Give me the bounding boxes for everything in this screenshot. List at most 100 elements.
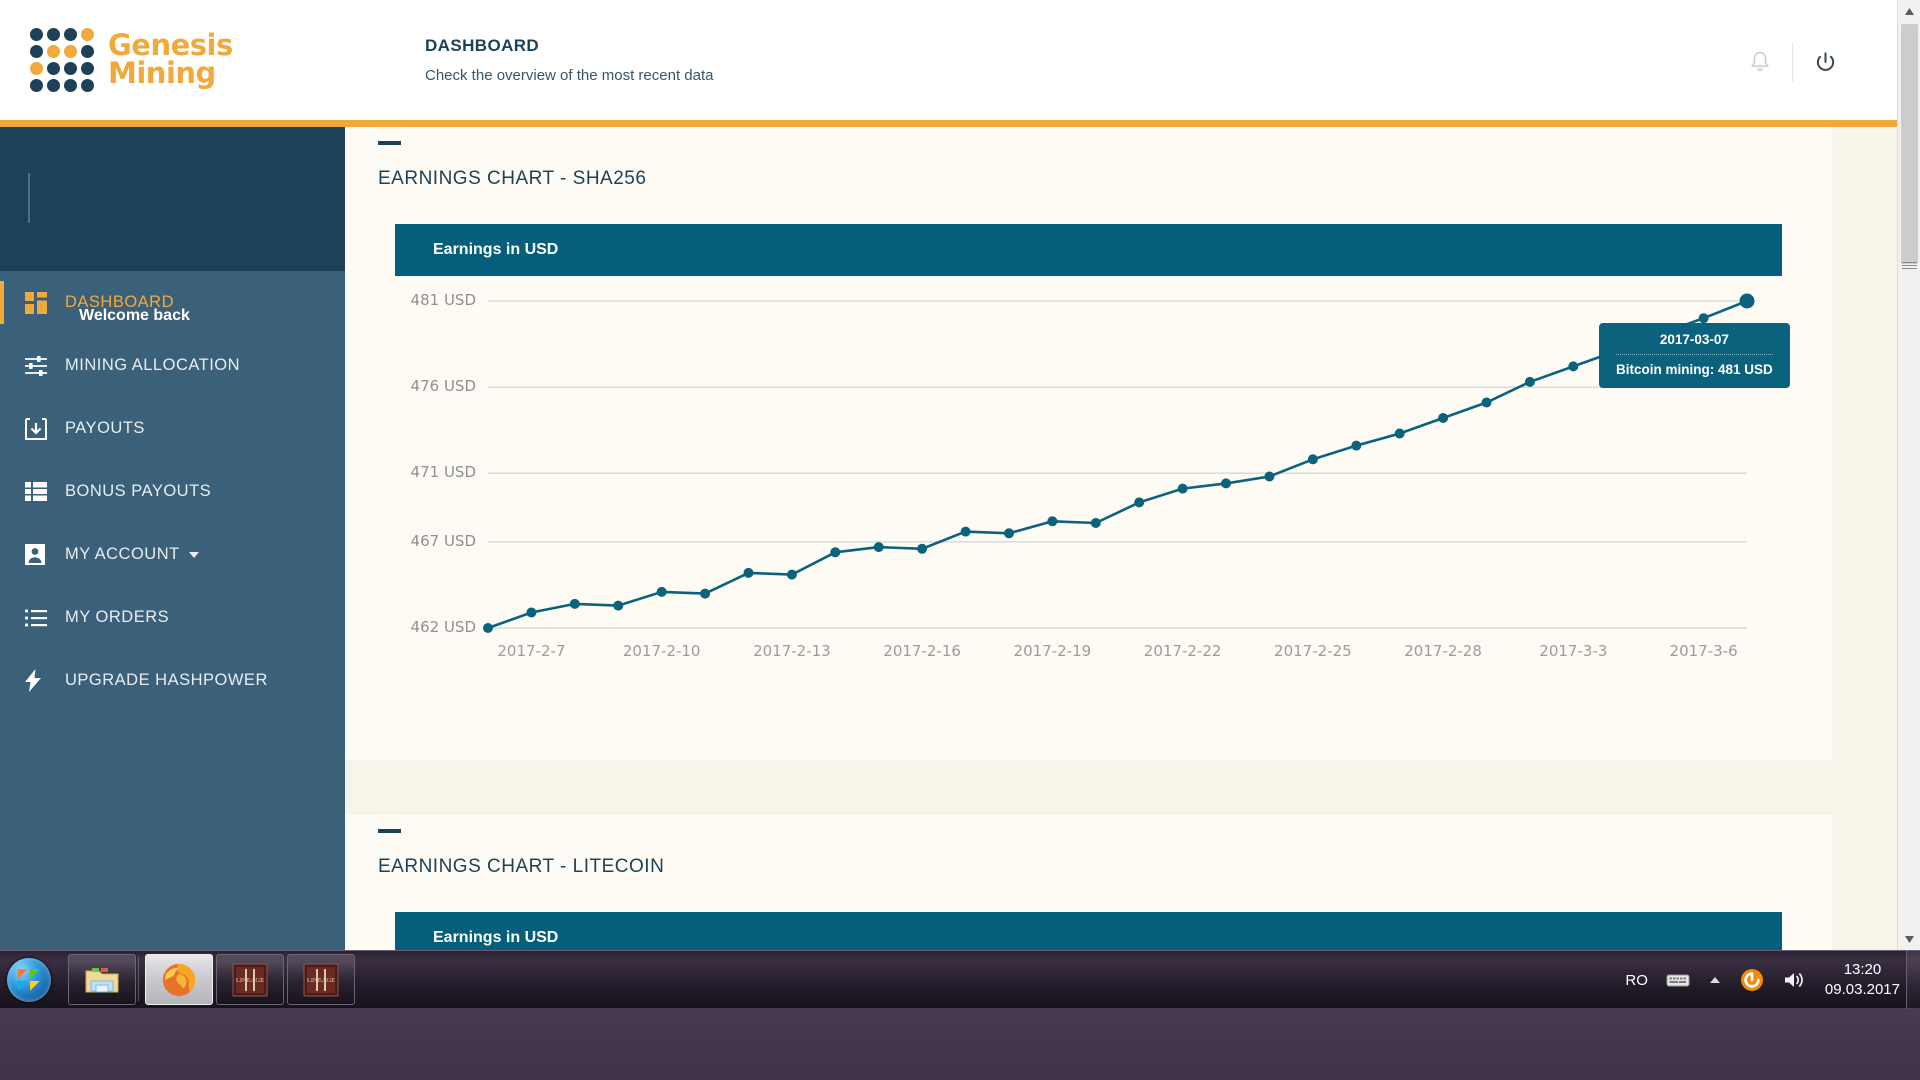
x-axis-tick-label: 2017-2-19 [1013,642,1092,660]
sidebar-item-label: DASHBOARD [65,293,175,311]
sidebar-item-my-orders[interactable]: MY ORDERS [0,586,345,649]
logo-dot [64,79,77,92]
sidebar-item-label: PAYOUTS [65,419,145,437]
lineage2-icon: LINEAGE [232,963,268,996]
logo-dot [47,79,60,92]
start-button[interactable] [3,952,55,1007]
lightning-bolt-icon [25,669,65,692]
sidebar-menu: DASHBOARD MINING ALLOCATION PAYOUTS BONUS P… [0,271,345,712]
sidebar-item-label: MY ORDERS [65,608,170,626]
scrollbar-grip [1902,260,1917,269]
clock-date: 09.03.2017 [1824,981,1900,998]
page-subtitle: Check the overview of the most recent da… [425,67,714,84]
chevron-down-icon[interactable] [188,551,199,558]
taskbar-separator [138,957,139,1001]
lineage2-icon: LINEAGE [303,963,339,996]
brand-name: Genesis Mining [108,31,233,90]
sidebar-item-label: MINING ALLOCATION [65,356,241,374]
sliders-icon [25,355,65,377]
svg-text:LINEAGE: LINEAGE [307,977,335,984]
y-axis-tick-label: 471 USD [410,463,476,482]
logo-dot [30,28,43,41]
taskbar-button-firefox[interactable] [145,954,213,1005]
keyboard-icon[interactable] [1657,972,1699,988]
sidebar-item-upgrade-hashpower[interactable]: UPGRADE HASHPOWER [0,649,345,712]
screen: Genesis Mining DASHBOARD Check the overv… [0,0,1920,1080]
clock-time: 13:20 [1843,960,1882,978]
chart-header-litecoin: Earnings in USD [395,912,1782,950]
x-axis-tick-label: 2017-2-28 [1404,642,1482,660]
chart-plot-sha256[interactable]: 481 USD 476 USD 471 USD 467 USD 462 USD 2017… [395,276,1790,676]
card-dash-decoration-2 [378,829,401,833]
x-axis-tick-label: 2017-2-25 [1274,642,1352,660]
folder-icon [85,967,119,992]
sidebar-item-payouts[interactable]: PAYOUTS [0,397,345,460]
taskbar-clock[interactable]: 13:20 09.03.2017 [1815,960,1910,1001]
accent-divider [0,120,1897,127]
firefox-icon [162,963,196,996]
logo-dot [47,28,60,41]
show-hidden-icons-icon[interactable] [1699,975,1731,985]
speaker-icon[interactable] [1773,970,1815,990]
taskbar-button-lineage-2-b[interactable]: LINEAGE [287,954,355,1005]
page-title: DASHBOARD [425,36,540,55]
scroll-down-arrow-icon[interactable] [1898,928,1920,950]
sidebar-item-label: UPGRADE HASHPOWER [65,671,268,689]
tray-language[interactable]: RO [1616,972,1657,989]
x-axis-tick-label: 2017-2-22 [1143,642,1222,660]
tooltip-date: 2017-03-07 [1616,332,1773,355]
orange-circle-app-icon[interactable] [1731,968,1773,992]
dashboard-grid-icon [25,291,65,314]
y-axis-tick-label: 467 USD [410,531,476,550]
tooltip-value: Bitcoin mining: 481 USD [1616,362,1773,377]
logo-dot [64,62,77,75]
card-earnings-litecoin: EARNINGS CHART - LITECOIN Earnings in US… [345,815,1832,950]
card-title-sha256: EARNINGS CHART - SHA256 [378,168,647,189]
logo-dot [47,62,60,75]
x-axis-tick-label: 2017-2-16 [883,642,961,660]
power-icon[interactable] [1793,42,1857,82]
svg-text:LINEAGE: LINEAGE [236,977,264,984]
download-box-icon [25,417,65,440]
logo-dot [64,45,77,58]
notification-bell-icon[interactable] [1728,42,1792,82]
list-icon [25,482,65,501]
show-desktop-button[interactable] [1906,951,1920,1009]
earnings-line-chart-svg [483,293,1755,633]
brand-name-line2: Mining [108,56,216,90]
logo-dot [64,28,77,41]
scroll-up-arrow-icon[interactable] [1898,0,1920,22]
x-axis-tick-label: 2017-3-6 [1669,642,1738,660]
page-title-block: DASHBOARD Check the overview of the most… [425,36,713,84]
sidebar-item-dashboard[interactable]: DASHBOARD [0,271,345,334]
main-content: EARNINGS CHART - SHA256 Earnings in USD … [345,127,1897,950]
header-actions [1728,42,1857,82]
card-dash-decoration [378,141,401,145]
logo-dot [47,45,60,58]
brand-logo[interactable]: Genesis Mining [30,28,233,92]
welcome-panel [0,127,345,271]
logo-dot [81,45,94,58]
chart-header-sha256: Earnings in USD [395,224,1782,276]
sidebar-item-bonus-payouts[interactable]: BONUS PAYOUTS [0,460,345,523]
taskbar-bar: LINEAGE LINEAGE RO 13:20 09.03.2017 [0,950,1920,1009]
welcome-accent-bar [28,173,30,223]
logo-dot [30,79,43,92]
x-axis-tick-label: 2017-2-13 [753,642,831,660]
card-title-litecoin: EARNINGS CHART - LITECOIN [378,856,665,877]
windows-start-orb-icon [7,957,51,1002]
page-scrollbar[interactable] [1897,0,1920,950]
windows-taskbar: LINEAGE LINEAGE RO 13:20 09.03.2017 [0,950,1920,1080]
taskbar-button-windows-explorer[interactable] [68,954,136,1005]
chart-tooltip: 2017-03-07 Bitcoin mining: 481 USD [1599,323,1790,388]
taskbar-button-lineage-2-a[interactable]: LINEAGE [216,954,284,1005]
logo-dot [81,28,94,41]
sidebar-item-mining-allocation[interactable]: MINING ALLOCATION [0,334,345,397]
scrollbar-thumb[interactable] [1901,24,1918,264]
y-axis-tick-label: 481 USD [410,291,476,309]
browser-viewport: Genesis Mining DASHBOARD Check the overv… [0,0,1920,950]
bullet-list-icon [25,608,65,627]
y-axis-tick-label: 476 USD [410,377,476,396]
y-axis-tick-label: 462 USD [410,618,476,636]
sidebar-item-my-account[interactable]: MY ACCOUNT [0,523,345,586]
